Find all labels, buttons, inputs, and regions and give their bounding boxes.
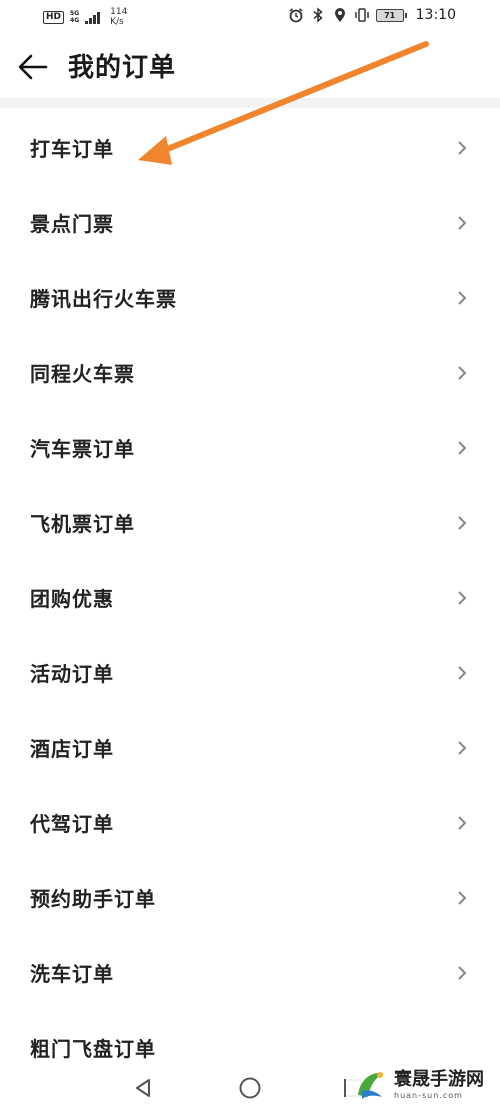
vibrate-icon [354, 7, 370, 23]
list-item-label: 洗车订单 [30, 962, 114, 986]
list-item-label: 打车订单 [30, 137, 114, 161]
list-item-group-deals[interactable]: 团购优惠 [0, 560, 500, 635]
list-item-label: 粗门飞盘订单 [30, 1037, 156, 1061]
circle-home-icon [239, 1077, 261, 1099]
hd-badge: HD [43, 10, 65, 24]
list-item-label: 预约助手订单 [30, 887, 156, 911]
network-generation: 5G 4G [70, 10, 79, 24]
chevron-right-icon [456, 664, 468, 682]
chevron-right-icon [456, 364, 468, 382]
list-item-label: 团购优惠 [30, 587, 114, 611]
status-left: HD 5G 4G 114 K/s [43, 7, 127, 27]
network-4g: 4G [70, 17, 80, 24]
list-item-label: 汽车票订单 [30, 437, 135, 461]
location-icon [332, 7, 348, 23]
watermark-text: 寰晟手游网 huan-sun.com [394, 1069, 484, 1101]
speed-value: 114 [110, 7, 128, 17]
nav-back-button[interactable] [130, 1075, 156, 1101]
watermark-url: huan-sun.com [394, 1091, 463, 1100]
chevron-right-icon [456, 814, 468, 832]
screen: HD 5G 4G 114 K/s 71 13:10 我的订单 打车订单 景点门票… [0, 0, 500, 1111]
list-item-booking-assistant-orders[interactable]: 预约助手订单 [0, 860, 500, 935]
list-item-label: 代驾订单 [30, 812, 114, 836]
chevron-right-icon [456, 139, 468, 157]
speed-unit: K/s [110, 17, 124, 27]
bluetooth-icon [310, 7, 326, 23]
watermark-logo-icon [358, 1072, 384, 1099]
battery-icon: 71 [375, 8, 407, 22]
list-item-tencent-train-tickets[interactable]: 腾讯出行火车票 [0, 260, 500, 335]
list-item-taxi-orders[interactable]: 打车订单 [0, 110, 500, 185]
list-item-label: 活动订单 [30, 662, 114, 686]
list-item-label: 景点门票 [30, 212, 114, 236]
list-item-tongcheng-train-tickets[interactable]: 同程火车票 [0, 335, 500, 410]
signal-icon [85, 11, 101, 24]
back-button[interactable] [16, 50, 50, 84]
chevron-right-icon [456, 889, 468, 907]
page-title: 我的订单 [68, 53, 177, 83]
watermark-name: 寰晟手游网 [394, 1069, 484, 1090]
chevron-right-icon [456, 289, 468, 307]
status-time: 13:10 [415, 7, 456, 23]
list-item-flight-ticket-orders[interactable]: 飞机票订单 [0, 485, 500, 560]
chevron-right-icon [456, 739, 468, 757]
list-item-event-orders[interactable]: 活动订单 [0, 635, 500, 710]
chevron-right-icon [456, 514, 468, 532]
chevron-right-icon [456, 439, 468, 457]
status-right: 71 13:10 [288, 7, 456, 23]
nav-home-button[interactable] [237, 1075, 263, 1101]
list-item-designated-driver-orders[interactable]: 代驾订单 [0, 785, 500, 860]
triangle-back-icon [136, 1079, 150, 1097]
list-item-label: 腾讯出行火车票 [30, 287, 177, 311]
network-5g: 5G [70, 10, 80, 17]
alarm-icon [288, 7, 304, 23]
order-list: 打车订单 景点门票 腾讯出行火车票 同程火车票 汽车票订单 飞机票订单 团购优惠 [0, 110, 500, 1085]
chevron-right-icon [456, 214, 468, 232]
watermark: 寰晟手游网 huan-sun.com [346, 1063, 496, 1107]
list-item-label: 同程火车票 [30, 362, 135, 386]
list-item-car-wash-orders[interactable]: 洗车订单 [0, 935, 500, 1010]
chevron-right-icon [456, 964, 468, 982]
network-speed: 114 K/s [110, 7, 127, 27]
app-header: 我的订单 [0, 34, 500, 98]
arrow-left-icon [18, 54, 48, 80]
list-item-hotel-orders[interactable]: 酒店订单 [0, 710, 500, 785]
list-item-label: 飞机票订单 [30, 512, 135, 536]
header-divider [0, 98, 500, 108]
chevron-right-icon [456, 589, 468, 607]
list-item-attraction-tickets[interactable]: 景点门票 [0, 185, 500, 260]
status-bar: HD 5G 4G 114 K/s 71 13:10 [0, 0, 500, 34]
list-item-label: 酒店订单 [30, 737, 114, 761]
list-item-bus-ticket-orders[interactable]: 汽车票订单 [0, 410, 500, 485]
